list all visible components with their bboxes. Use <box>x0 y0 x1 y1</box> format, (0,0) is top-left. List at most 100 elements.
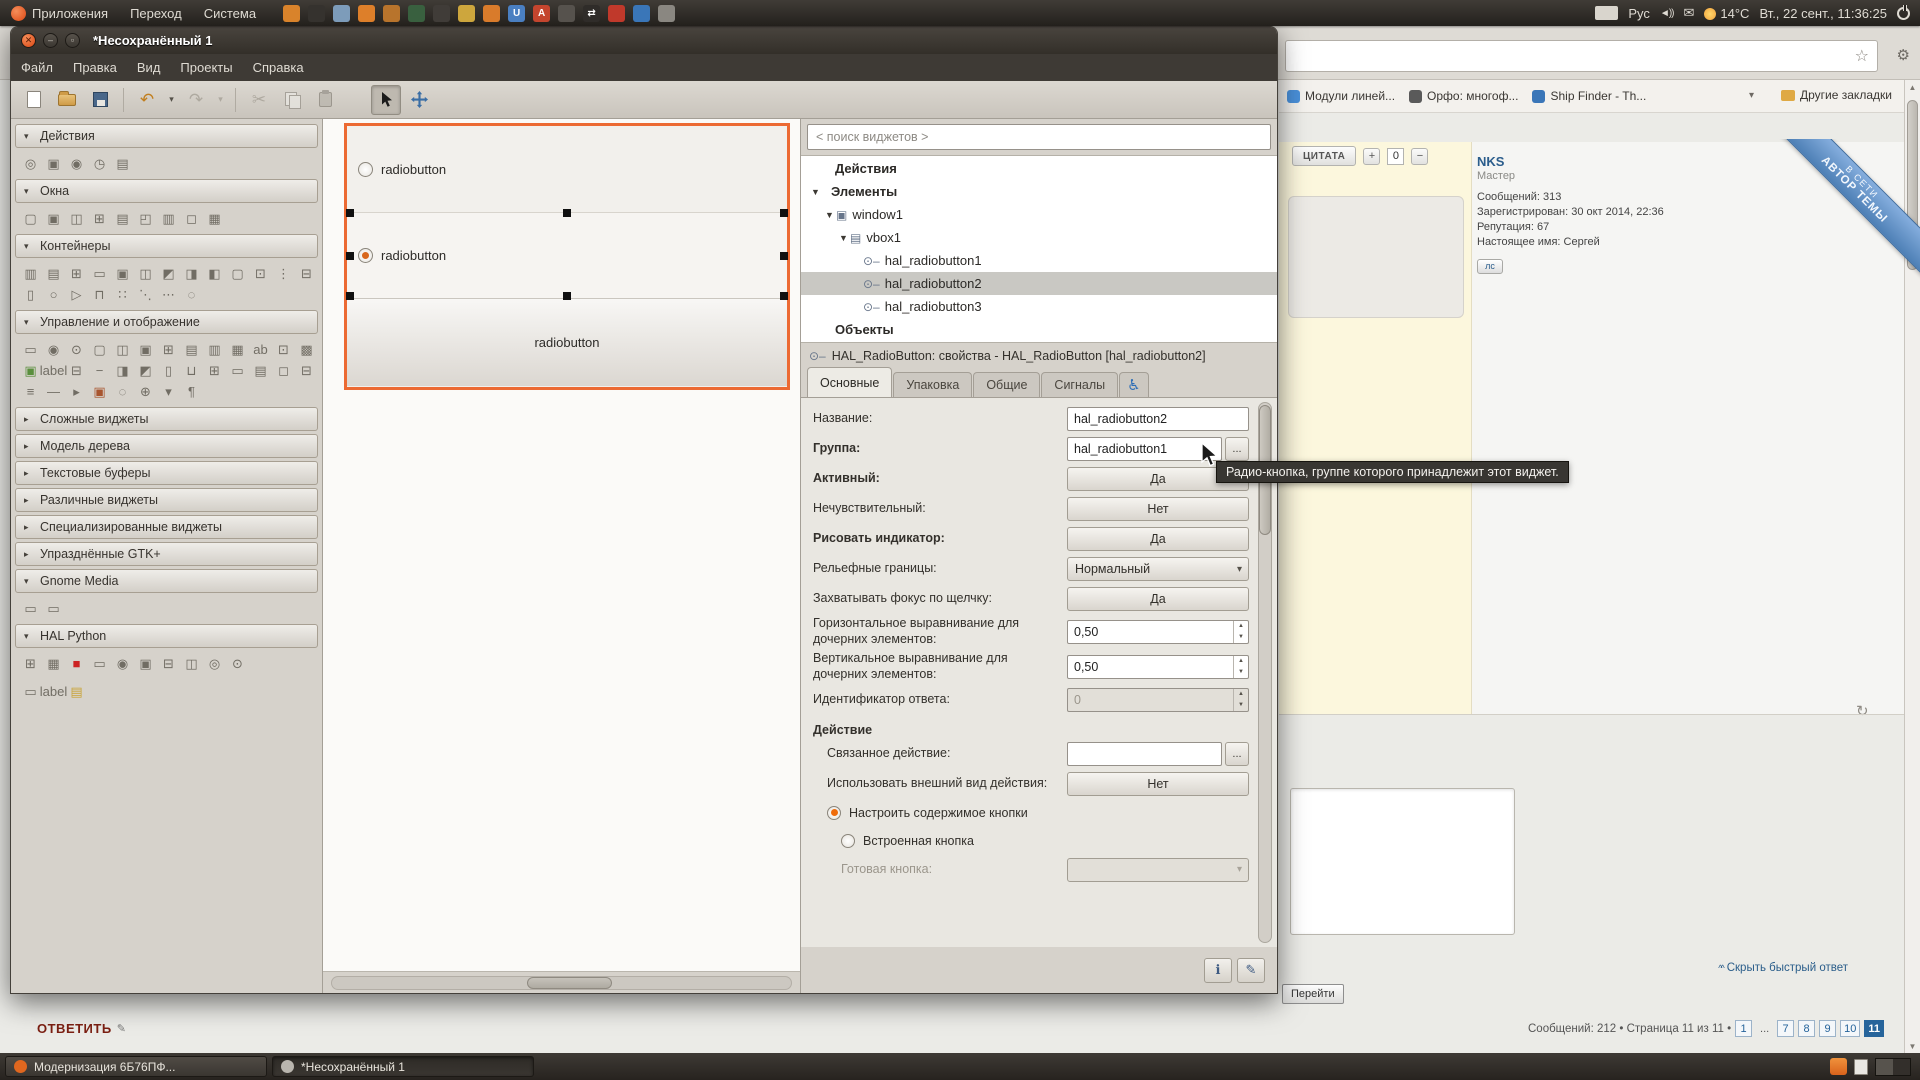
user-name[interactable]: NKS <box>1477 154 1664 169</box>
palette-widget-icon[interactable]: ⊞ <box>203 360 226 381</box>
palette-widget-icon[interactable]: ▭ <box>19 681 42 702</box>
related-action-input[interactable] <box>1067 742 1222 766</box>
page-number[interactable]: 1 <box>1735 1020 1752 1037</box>
palette-section-complex[interactable]: ▸Сложные виджеты <box>15 407 318 431</box>
palette-widget-icon[interactable]: ▭ <box>226 360 249 381</box>
designed-radiobutton-3[interactable]: radiobutton <box>347 299 787 386</box>
palette-widget-icon[interactable]: ▩ <box>295 339 318 360</box>
save-button[interactable] <box>85 85 115 115</box>
taskbar-window-button[interactable]: Модернизация 6Б76ПФ... <box>5 1056 267 1077</box>
vote-up-button[interactable]: + <box>1363 148 1380 165</box>
tab-packing[interactable]: Упаковка <box>893 372 972 397</box>
palette-widget-icon[interactable]: ◫ <box>134 263 157 284</box>
palette-widget-icon[interactable]: ⊞ <box>19 653 42 674</box>
palette-widget-icon[interactable]: ◎ <box>19 153 42 174</box>
expander-icon[interactable]: ▼ <box>837 233 850 243</box>
palette-widget-icon[interactable]: ⊞ <box>88 208 111 229</box>
palette-section-deprecated[interactable]: ▸Упразднённые GTK+ <box>15 542 318 566</box>
address-bar[interactable]: ☆ <box>1285 40 1878 72</box>
tray-icon[interactable] <box>433 5 450 22</box>
maximize-button[interactable]: ▫ <box>65 33 80 48</box>
tab-accessibility-icon[interactable]: ♿ <box>1119 372 1148 397</box>
tab-common[interactable]: Общие <box>973 372 1040 397</box>
private-message-badge[interactable]: лс <box>1477 259 1503 274</box>
undo-button[interactable]: ↶ <box>132 85 162 115</box>
clock[interactable]: Вт., 22 сент., 11:36:25 <box>1759 6 1887 21</box>
undo-menu-icon[interactable]: ▾ <box>165 85 178 115</box>
palette-widget-icon[interactable]: ⊟ <box>295 263 318 284</box>
xalign-input[interactable] <box>1068 621 1233 643</box>
bookmark-item[interactable]: Модули линей... <box>1287 89 1395 103</box>
palette-widget-icon[interactable]: ⊞ <box>65 263 88 284</box>
cut-button[interactable]: ✂ <box>244 85 274 115</box>
tree-item-objects[interactable]: Объекты <box>801 318 1277 341</box>
palette-widget-icon[interactable]: ▥ <box>19 263 42 284</box>
tree-item-hal-radiobutton3[interactable]: ⊙–hal_radiobutton3 <box>801 295 1277 318</box>
palette-widget-icon[interactable]: ▤ <box>180 339 203 360</box>
tree-item-hal-radiobutton2[interactable]: ⊙–hal_radiobutton2 <box>801 272 1277 295</box>
designed-radiobutton-1[interactable]: radiobutton <box>347 126 787 213</box>
tray-icon[interactable] <box>383 5 400 22</box>
weather-indicator[interactable]: 14°С <box>1704 6 1749 21</box>
scroll-down-icon[interactable]: ▼ <box>1905 1039 1920 1053</box>
palette-widget-icon[interactable]: ¶ <box>180 381 203 402</box>
palette-widget-icon[interactable]: ⊟ <box>295 360 318 381</box>
tree-item-elements[interactable]: ▼Элементы <box>801 180 1277 203</box>
palette-widget-icon[interactable]: ▦ <box>226 339 249 360</box>
workspace-switcher[interactable] <box>1875 1058 1911 1076</box>
tray-icon[interactable] <box>358 5 375 22</box>
page-number[interactable]: 10 <box>1840 1020 1860 1037</box>
spin-buttons-icon[interactable]: ▲▼ <box>1233 656 1248 678</box>
palette-widget-icon[interactable]: ▣ <box>134 653 157 674</box>
palette-section-gnome-media[interactable]: ▾Gnome Media <box>15 569 318 593</box>
taskbar-window-button[interactable]: *Несохранённый 1 <box>272 1056 534 1077</box>
doc-info-button[interactable]: ℹ <box>1204 958 1232 983</box>
palette-widget-icon[interactable]: ▭ <box>88 653 111 674</box>
palette-widget-icon[interactable]: ⊕ <box>134 381 157 402</box>
palette-widget-icon[interactable]: ▤ <box>249 360 272 381</box>
palette-widget-icon[interactable]: ▣ <box>111 263 134 284</box>
tree-item-actions[interactable]: Действия <box>801 157 1277 180</box>
palette-widget-icon[interactable]: ▦ <box>42 653 65 674</box>
palette-widget-icon[interactable]: ◉ <box>42 339 65 360</box>
palette-widget-icon[interactable]: ⊡ <box>272 339 295 360</box>
edit-button[interactable]: ✎ <box>1237 958 1265 983</box>
keyboard-indicator-icon[interactable] <box>1595 6 1618 20</box>
open-button[interactable] <box>52 85 82 115</box>
palette-widget-icon[interactable]: ▸ <box>65 381 88 402</box>
palette-widget-icon[interactable]: ▤ <box>65 681 88 702</box>
tray-icon[interactable] <box>333 5 350 22</box>
tray-icon[interactable] <box>633 5 650 22</box>
palette-widget-icon[interactable]: — <box>42 381 65 402</box>
menu-item[interactable]: Справка <box>243 54 314 81</box>
palette-widget-icon[interactable]: ⊡ <box>249 263 272 284</box>
focus-on-click-toggle[interactable]: Да <box>1067 587 1249 611</box>
close-button[interactable]: ✕ <box>21 33 36 48</box>
tray-icon[interactable] <box>408 5 425 22</box>
tab-signals[interactable]: Сигналы <box>1041 372 1118 397</box>
properties-scrollbar[interactable] <box>1258 402 1272 943</box>
palette-widget-icon[interactable]: ◨ <box>180 263 203 284</box>
paste-button[interactable] <box>310 85 340 115</box>
window-titlebar[interactable]: ✕ – ▫ *Несохранённый 1 <box>11 27 1277 54</box>
menu-item[interactable]: Вид <box>127 54 171 81</box>
palette-widget-icon[interactable]: ⋯ <box>157 284 180 305</box>
radio-stock-button[interactable]: Встроенная кнопка <box>813 827 1249 855</box>
palette-widget-icon[interactable]: label <box>42 360 65 381</box>
scroll-up-icon[interactable]: ▲ <box>1905 80 1920 94</box>
tray-icon[interactable] <box>608 5 625 22</box>
tray-icon[interactable] <box>483 5 500 22</box>
palette-widget-icon[interactable]: ▥ <box>203 339 226 360</box>
keyboard-layout[interactable]: Рус <box>1628 6 1650 21</box>
bookmark-item[interactable]: Орфо: многоф... <box>1409 89 1518 103</box>
palette-widget-icon[interactable]: ▷ <box>65 284 88 305</box>
bookmarks-overflow-icon[interactable]: ▾ <box>1749 90 1754 101</box>
tree-item-window1[interactable]: ▼▣window1 <box>801 203 1277 226</box>
places-menu[interactable]: Переход <box>119 0 193 26</box>
page-number[interactable]: 9 <box>1819 1020 1836 1037</box>
tab-general[interactable]: Основные <box>807 367 892 397</box>
tray-icon[interactable] <box>458 5 475 22</box>
tray-icon[interactable] <box>658 5 675 22</box>
mail-icon[interactable]: ✉ <box>1683 5 1694 21</box>
expander-icon[interactable]: ▼ <box>809 187 822 197</box>
